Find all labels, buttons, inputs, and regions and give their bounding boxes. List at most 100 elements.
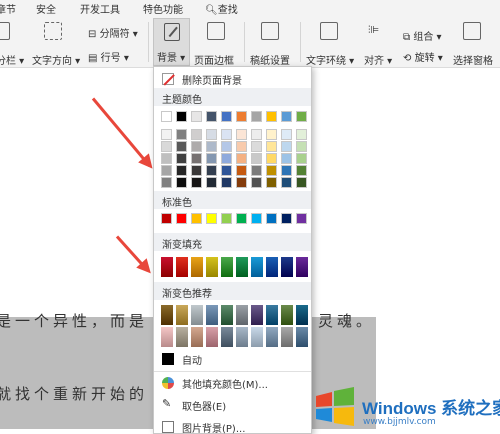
tab-features[interactable]: 特色功能	[143, 1, 183, 16]
color-swatch[interactable]	[251, 141, 262, 152]
color-swatch[interactable]	[266, 213, 277, 224]
color-swatch[interactable]	[281, 111, 292, 122]
color-swatch[interactable]	[176, 153, 187, 164]
color-swatch[interactable]	[176, 111, 187, 122]
gradient-swatch[interactable]	[281, 257, 293, 277]
color-swatch[interactable]	[221, 213, 232, 224]
color-swatch[interactable]	[176, 165, 187, 176]
color-swatch[interactable]	[176, 141, 187, 152]
color-swatch[interactable]	[206, 165, 217, 176]
color-swatch[interactable]	[161, 141, 172, 152]
auto-color-item[interactable]: 自动	[154, 348, 311, 370]
color-swatch[interactable]	[191, 165, 202, 176]
color-swatch[interactable]	[266, 141, 277, 152]
split-columns-button[interactable]: 分栏 ▾	[0, 52, 24, 67]
tab-developer[interactable]: 开发工具	[80, 1, 120, 16]
color-swatch[interactable]	[191, 213, 202, 224]
color-swatch[interactable]	[281, 213, 292, 224]
color-swatch[interactable]	[176, 129, 187, 140]
gradient-swatch[interactable]	[176, 305, 188, 325]
color-swatch[interactable]	[266, 165, 277, 176]
page-border-button[interactable]: 页面边框	[194, 52, 234, 67]
color-swatch[interactable]	[161, 129, 172, 140]
color-swatch[interactable]	[266, 177, 277, 188]
color-swatch[interactable]	[206, 213, 217, 224]
color-swatch[interactable]	[176, 177, 187, 188]
color-swatch[interactable]	[296, 165, 307, 176]
color-swatch[interactable]	[281, 129, 292, 140]
color-swatch[interactable]	[251, 111, 262, 122]
color-swatch[interactable]	[176, 213, 187, 224]
color-swatch[interactable]	[206, 111, 217, 122]
color-swatch[interactable]	[161, 177, 172, 188]
color-swatch[interactable]	[206, 177, 217, 188]
color-swatch[interactable]	[296, 153, 307, 164]
color-swatch[interactable]	[281, 153, 292, 164]
gradient-swatch[interactable]	[236, 327, 248, 347]
color-swatch[interactable]	[251, 153, 262, 164]
color-swatch[interactable]	[236, 177, 247, 188]
color-swatch[interactable]	[296, 129, 307, 140]
gradient-swatch[interactable]	[176, 327, 188, 347]
gradient-swatch[interactable]	[206, 305, 218, 325]
color-swatch[interactable]	[236, 111, 247, 122]
color-swatch[interactable]	[221, 165, 232, 176]
color-swatch[interactable]	[266, 153, 277, 164]
color-swatch[interactable]	[206, 141, 217, 152]
color-swatch[interactable]	[251, 165, 262, 176]
gradient-swatch[interactable]	[266, 257, 278, 277]
color-swatch[interactable]	[161, 165, 172, 176]
color-swatch[interactable]	[191, 153, 202, 164]
remove-page-background-item[interactable]: 删除页面背景	[154, 68, 311, 90]
text-wrap-button[interactable]: 文字环绕 ▾	[306, 52, 354, 67]
gradient-swatch[interactable]	[266, 305, 278, 325]
color-swatch[interactable]	[191, 111, 202, 122]
color-swatch[interactable]	[221, 141, 232, 152]
color-swatch[interactable]	[191, 141, 202, 152]
color-swatch[interactable]	[236, 129, 247, 140]
text-direction-button[interactable]: 文字方向 ▾	[32, 52, 80, 67]
gradient-swatch[interactable]	[236, 305, 248, 325]
gradient-swatch[interactable]	[281, 305, 293, 325]
picture-background-item[interactable]: 图片背景(P)...	[154, 416, 311, 434]
gradient-swatch[interactable]	[161, 257, 173, 277]
group-button[interactable]: ⧉ 组合 ▾	[403, 28, 442, 43]
gradient-swatch[interactable]	[236, 257, 248, 277]
tab-chapter[interactable]: 章节	[0, 1, 16, 16]
color-swatch[interactable]	[206, 129, 217, 140]
color-swatch[interactable]	[296, 111, 307, 122]
gradient-swatch[interactable]	[206, 327, 218, 347]
gradient-swatch[interactable]	[266, 327, 278, 347]
color-swatch[interactable]	[266, 129, 277, 140]
gradient-swatch[interactable]	[161, 327, 173, 347]
gradient-swatch[interactable]	[251, 257, 263, 277]
paper-setting-button[interactable]: 稿纸设置	[250, 52, 290, 67]
color-swatch[interactable]	[221, 177, 232, 188]
color-swatch[interactable]	[161, 213, 172, 224]
rotate-button[interactable]: ⟲ 旋转 ▾	[403, 49, 443, 64]
color-swatch[interactable]	[296, 141, 307, 152]
color-swatch[interactable]	[281, 177, 292, 188]
color-swatch[interactable]	[161, 111, 172, 122]
color-swatch[interactable]	[221, 111, 232, 122]
gradient-swatch[interactable]	[251, 327, 263, 347]
gradient-swatch[interactable]	[296, 327, 308, 347]
gradient-swatch[interactable]	[191, 305, 203, 325]
color-swatch[interactable]	[236, 141, 247, 152]
tab-find[interactable]: 🔍︎查找	[205, 1, 238, 16]
color-swatch[interactable]	[281, 141, 292, 152]
gradient-swatch[interactable]	[161, 305, 173, 325]
gradient-swatch[interactable]	[251, 305, 263, 325]
color-swatch[interactable]	[191, 177, 202, 188]
eyedropper-item[interactable]: ✎ 取色器(E)	[154, 394, 311, 416]
color-swatch[interactable]	[281, 165, 292, 176]
color-swatch[interactable]	[161, 153, 172, 164]
color-swatch[interactable]	[236, 213, 247, 224]
selection-pane-button[interactable]: 选择窗格	[453, 52, 493, 67]
color-swatch[interactable]	[221, 153, 232, 164]
gradient-swatch[interactable]	[191, 327, 203, 347]
gradient-swatch[interactable]	[221, 327, 233, 347]
color-swatch[interactable]	[296, 177, 307, 188]
gradient-swatch[interactable]	[221, 305, 233, 325]
gradient-swatch[interactable]	[296, 257, 308, 277]
